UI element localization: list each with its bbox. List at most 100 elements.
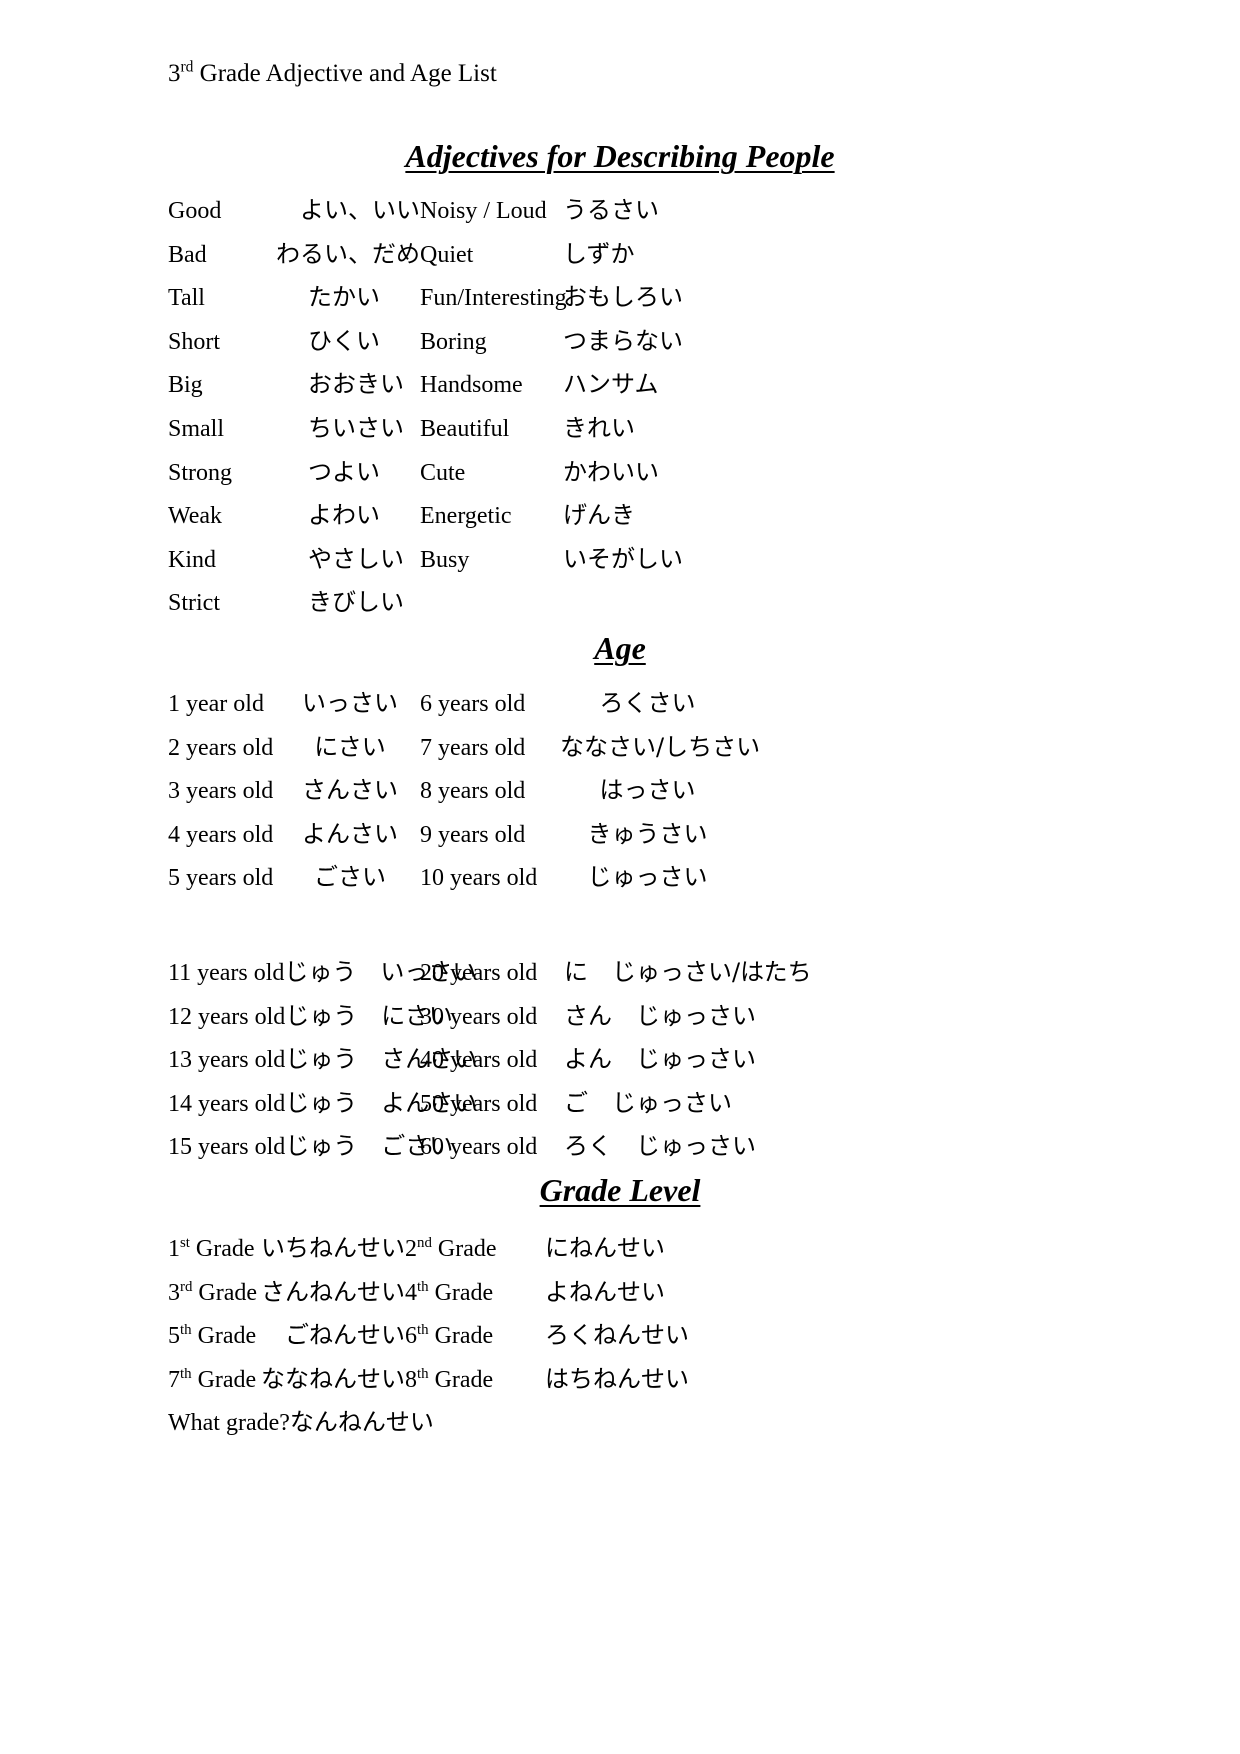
section-title-age: Age — [0, 630, 1240, 667]
entry-term: Boring — [420, 328, 487, 355]
entry-term: 30 years old — [420, 1003, 538, 1030]
document-page: 3rd Grade Adjective and Age List Adjecti… — [0, 0, 1240, 1754]
entry-term: Tall — [168, 285, 205, 312]
age-list-group-2: 11 years old じゅう いっさい 20 years old に じゅっさい/… — [0, 952, 1240, 1170]
entry-reading: わるい、だめ — [276, 239, 420, 268]
entry-reading: さん じゅっさい — [564, 1001, 756, 1030]
grade-right: 6th Grade ろくねんせい — [405, 1315, 965, 1359]
entry-term: 6th Grade — [405, 1322, 494, 1349]
adjective-left: Big おおきい — [0, 364, 420, 399]
entry-term: Energetic — [420, 503, 512, 530]
section-title-adjectives: Adjectives for Describing People — [0, 138, 1240, 175]
entry-reading: はっさい — [599, 776, 696, 804]
entry-term: 6 years old — [420, 691, 526, 717]
age-right: 6 years old ろくさい — [420, 683, 980, 727]
ordinal-suffix: th — [417, 1365, 429, 1382]
age-right: 30 years old さん じゅっさい — [420, 996, 980, 1040]
age-right: 10 years old じゅっさい — [420, 857, 980, 901]
entry-term: 4 years old — [168, 821, 274, 848]
entry-term: Bad — [168, 241, 207, 268]
entry-reading: ハンサム — [563, 370, 659, 399]
list-row: 11 years old じゅう いっさい 20 years old に じゅっさい/… — [0, 952, 1240, 996]
entry-term: 12 years old — [168, 1003, 286, 1030]
list-row: 14 years old じゅう よんさい 50 years old ご じゅっさい — [0, 1083, 1240, 1127]
entry-term: 5th Grade — [168, 1322, 257, 1349]
section-title-grade-level-text: Grade Level — [539, 1172, 701, 1208]
entry-term: 40 years old — [420, 1047, 538, 1073]
entry-reading: じゅっさい — [587, 863, 708, 891]
adjective-right: Busy いそがしい — [420, 539, 980, 574]
list-row: 3rd Grade さんねんせい 4th Grade よねんせい — [0, 1272, 1240, 1316]
entry-reading: きれい — [563, 413, 635, 442]
entry-term: Fun/Interesting — [420, 285, 567, 312]
entry-term: 7 years old — [420, 734, 526, 761]
entry-term: 3 years old — [168, 778, 274, 804]
list-row: 4 years old よんさい 9 years old きゅうさい — [0, 814, 1240, 858]
entry-reading: げんき — [563, 501, 635, 530]
ordinal-suffix: th — [417, 1278, 429, 1295]
entry-reading: よわい — [308, 501, 380, 530]
entry-term: Big — [168, 372, 203, 399]
entry-term: 8 years old — [420, 778, 526, 804]
entry-reading: しずか — [563, 239, 635, 268]
entry-term: Strict — [168, 590, 220, 617]
list-row: 1st Grade いちねんせい 2nd Grade にねんせい — [0, 1228, 1240, 1272]
age-left: 4 years old よんさい — [0, 814, 420, 858]
entry-term: 4th Grade — [405, 1278, 494, 1306]
entry-reading: よんさい — [302, 819, 398, 848]
list-row: Strict きびしい — [0, 582, 1240, 626]
grade-left: What grade? なんねんせい — [0, 1402, 434, 1446]
entry-reading: はちねんせい — [545, 1364, 689, 1393]
list-row: 13 years old じゅう さんさい 40 years old よん じゅっさい — [0, 1039, 1240, 1083]
entry-reading: ろく じゅっさい — [564, 1132, 756, 1160]
grade-level-list: 1st Grade いちねんせい 2nd Grade にねんせい 3rd Grade さん… — [0, 1228, 1240, 1446]
entry-term: 20 years old — [420, 960, 538, 986]
ordinal-suffix: rd — [180, 1278, 193, 1295]
section-title-age-text: Age — [594, 630, 646, 666]
entry-reading: ごさい — [314, 863, 386, 891]
list-row: What grade? なんねんせい — [0, 1402, 1240, 1446]
age-right: 7 years old ななさい/しちさい — [420, 727, 980, 771]
list-row: Small ちいさい Beautiful きれい — [0, 408, 1240, 452]
entry-reading: おもしろい — [563, 283, 683, 312]
grade-right: 4th Grade よねんせい — [405, 1272, 965, 1316]
entry-term: 60 years old — [420, 1134, 538, 1160]
age-left: 11 years old じゅう いっさい — [0, 952, 476, 996]
adjective-left: Weak よわい — [0, 495, 420, 530]
entry-term: 50 years old — [420, 1090, 538, 1117]
entry-reading: よねんせい — [545, 1277, 665, 1306]
entry-reading: ななさい/しちさい — [560, 732, 761, 761]
entry-term: 5 years old — [168, 865, 274, 891]
entry-reading: いそがしい — [563, 544, 683, 573]
header-ordinal-number: 3 — [168, 60, 181, 87]
adjective-left: Kind やさしい — [0, 539, 420, 574]
age-right: 20 years old に じゅっさい/はたち — [420, 952, 980, 996]
list-row: 3 years old さんさい 8 years old はっさい — [0, 770, 1240, 814]
adjective-right: Noisy / Loud うるさい — [420, 190, 980, 225]
ordinal-suffix: th — [417, 1322, 429, 1338]
entry-reading: ごねんせい — [285, 1321, 405, 1349]
entry-reading: いちねんせい — [261, 1234, 405, 1262]
list-row: Kind やさしい Busy いそがしい — [0, 539, 1240, 583]
grade-right: 8th Grade はちねんせい — [405, 1359, 965, 1403]
entry-term: 8th Grade — [405, 1365, 494, 1393]
entry-reading: よい、いい — [300, 196, 420, 224]
entry-term: Small — [168, 415, 225, 442]
list-row: Strong つよい Cute かわいい — [0, 452, 1240, 496]
entry-reading: にねんせい — [545, 1234, 665, 1262]
grade-left: 5th Grade ごねんせい — [0, 1315, 405, 1359]
entry-term: Weak — [168, 503, 223, 530]
entry-term: Beautiful — [420, 415, 510, 442]
list-row: Good よい、いい Noisy / Loud うるさい — [0, 190, 1240, 234]
list-row: 15 years old じゅう ごさい 60 years old ろく じゅっさい — [0, 1126, 1240, 1170]
adjective-right: Fun/Interesting おもしろい — [420, 277, 980, 312]
entry-reading: いっさい — [302, 689, 398, 717]
entry-term: 2nd Grade — [405, 1235, 497, 1262]
entry-reading: にさい — [314, 732, 386, 761]
entry-term: Handsome — [420, 372, 523, 399]
list-row: 2 years old にさい 7 years old ななさい/しちさい — [0, 727, 1240, 771]
age-left: 12 years old じゅう にさい — [0, 996, 453, 1040]
age-left: 1 year old いっさい — [0, 683, 420, 727]
age-right: 40 years old よん じゅっさい — [420, 1039, 980, 1083]
age-left: 15 years old じゅう ごさい — [0, 1126, 453, 1170]
